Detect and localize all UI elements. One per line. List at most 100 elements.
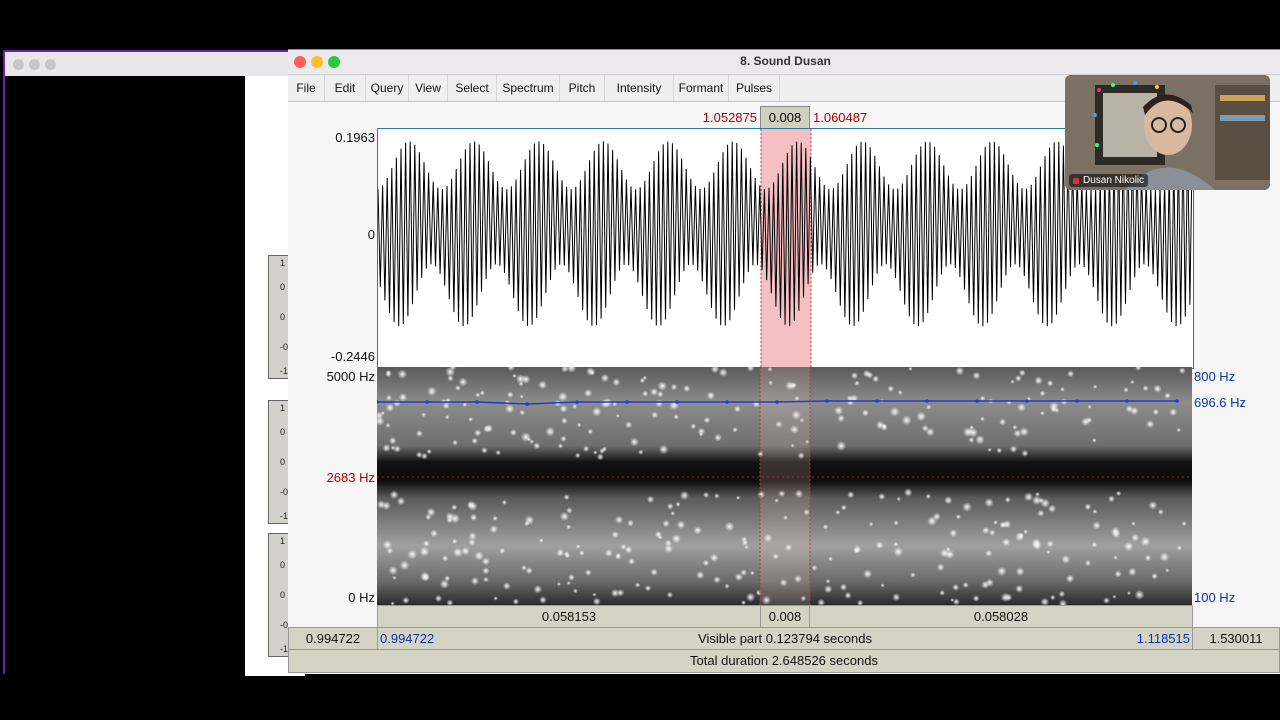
spectrogram-speckle <box>559 404 568 413</box>
spectrogram-speckle <box>533 585 543 594</box>
mini-label: -1 <box>280 511 289 521</box>
spectrogram-speckle <box>1031 538 1042 548</box>
spectrogram-speckle <box>620 543 627 550</box>
spectrogram-speckle <box>1151 572 1158 580</box>
spectrogram-speckle <box>1061 555 1071 564</box>
mic-muted-icon <box>1073 178 1079 184</box>
spectrogram-speckle <box>675 501 681 507</box>
total-duration-bar[interactable]: Total duration 2.648526 seconds <box>288 649 1280 673</box>
menu-formant[interactable]: Formant <box>674 75 729 101</box>
pitch-point <box>775 400 779 404</box>
menu-select[interactable]: Select <box>448 75 497 101</box>
spectrogram-speckle <box>385 394 392 401</box>
menu-spectrum[interactable]: Spectrum <box>497 75 560 101</box>
spectrogram-speckle <box>1144 554 1152 562</box>
spectrogram-speckle <box>419 571 430 582</box>
background-window <box>3 50 305 676</box>
close-dot-icon[interactable] <box>13 59 24 70</box>
waveform-max-label: 0.1963 <box>335 130 375 145</box>
window-end-time[interactable]: 1.530011 <box>1192 627 1280 650</box>
spectrogram-speckle <box>434 594 443 603</box>
spectrogram-speckle <box>521 374 531 384</box>
spectrogram-panel[interactable] <box>377 367 1192 605</box>
spectrogram-speckle <box>984 498 994 508</box>
spectrogram-speckle <box>936 563 945 572</box>
menu-intensity[interactable]: Intensity <box>605 75 674 101</box>
spectrogram-speckle <box>380 411 385 416</box>
spectrogram-speckle <box>586 367 595 376</box>
spectrogram-speckle <box>1046 380 1054 387</box>
spectrogram-speckle <box>1050 594 1056 601</box>
spectrogram-speckle <box>706 391 715 400</box>
spectrogram-speckle <box>861 409 869 417</box>
menu-pulses[interactable]: Pulses <box>729 75 780 101</box>
spectrogram-speckle <box>512 373 517 379</box>
spectrogram-speckle <box>481 447 488 454</box>
spectrogram-speckle <box>1040 498 1050 508</box>
spectrogram-speckle <box>566 524 572 530</box>
spectrogram-speckle <box>1084 559 1092 567</box>
spectrogram-speckle <box>854 380 860 386</box>
spectrogram-speckle <box>868 521 874 527</box>
visible-part-bar[interactable]: 0.994722 Visible part 0.123794 seconds 1… <box>377 627 1193 650</box>
spectrogram-speckle <box>612 378 621 387</box>
menu-query[interactable]: Query <box>366 75 409 101</box>
spectrogram-speckle <box>419 546 430 557</box>
spectrogram-speckle <box>646 495 655 504</box>
zoom-dot-icon[interactable] <box>45 59 56 70</box>
mini-label: -0 <box>280 620 289 630</box>
spectrogram-speckle <box>724 521 735 532</box>
pitch-point <box>525 402 529 406</box>
menu-pitch[interactable]: Pitch <box>560 75 605 101</box>
spectrogram-speckle <box>734 405 741 413</box>
window-start-time[interactable]: 0.994722 <box>288 627 378 650</box>
pitch-point <box>975 399 979 403</box>
spectrogram-speckle <box>635 582 641 588</box>
spectrogram-speckle <box>1103 597 1110 604</box>
spectrogram-speckle <box>980 416 985 422</box>
time-segment-left[interactable]: 0.058153 <box>377 605 761 628</box>
mini-label: 0 <box>280 282 286 292</box>
menu-edit[interactable]: Edit <box>325 75 366 101</box>
spectrogram-speckle <box>453 547 463 558</box>
spectrogram-speckle <box>1014 374 1022 382</box>
minimize-dot-icon[interactable] <box>29 59 40 70</box>
time-segment-selected[interactable]: 0.008 <box>760 605 810 628</box>
spectrogram-speckle <box>666 503 674 510</box>
spectrogram-speckle <box>910 572 916 578</box>
spectrogram-speckle <box>426 507 436 517</box>
spectrogram-speckle <box>489 525 498 534</box>
spectrogram-speckle <box>642 390 649 397</box>
spectrogram-speckle <box>1086 417 1093 424</box>
spectrogram-speckle <box>451 504 458 511</box>
spectrogram-speckle <box>519 394 524 399</box>
spectrogram-speckle <box>468 417 474 422</box>
spectrogram-speckle <box>385 403 395 412</box>
spectrogram-speckle <box>981 580 990 589</box>
spectrogram-speckle <box>556 548 565 557</box>
participant-name: Dusan Nikolic <box>1083 175 1145 186</box>
spectrogram-speckle <box>557 443 564 449</box>
spectrogram-speckle <box>625 421 633 429</box>
spectrogram-speckle <box>415 430 423 437</box>
spectrogram-speckle <box>579 550 585 556</box>
spectrogram-speckle <box>702 559 710 567</box>
spectrogram-speckle <box>1125 405 1134 413</box>
spectrogram-speckle <box>444 414 450 420</box>
spectrogram-speckle <box>1031 495 1042 506</box>
mini-track-2: 1 0 0 -0 -1 <box>268 400 290 524</box>
spectrogram-speckle <box>840 504 847 511</box>
selection-duration[interactable]: 0.008 <box>760 106 810 130</box>
time-segment-right[interactable]: 0.058028 <box>809 605 1193 628</box>
spectrogram-speckle <box>1091 541 1098 548</box>
spectrogram-speckle <box>524 515 535 525</box>
spectrogram-speckle <box>1165 568 1170 573</box>
spectrogram-speckle <box>1018 369 1026 377</box>
menu-file[interactable]: File <box>288 75 325 101</box>
spectrogram-speckle <box>1169 408 1178 416</box>
spectrogram-speckle <box>657 390 664 398</box>
spectrogram-speckle <box>421 412 427 418</box>
spectrogram-speckle <box>982 526 990 535</box>
window-title: 8. Sound Dusan <box>740 54 831 68</box>
menu-view[interactable]: View <box>409 75 448 101</box>
